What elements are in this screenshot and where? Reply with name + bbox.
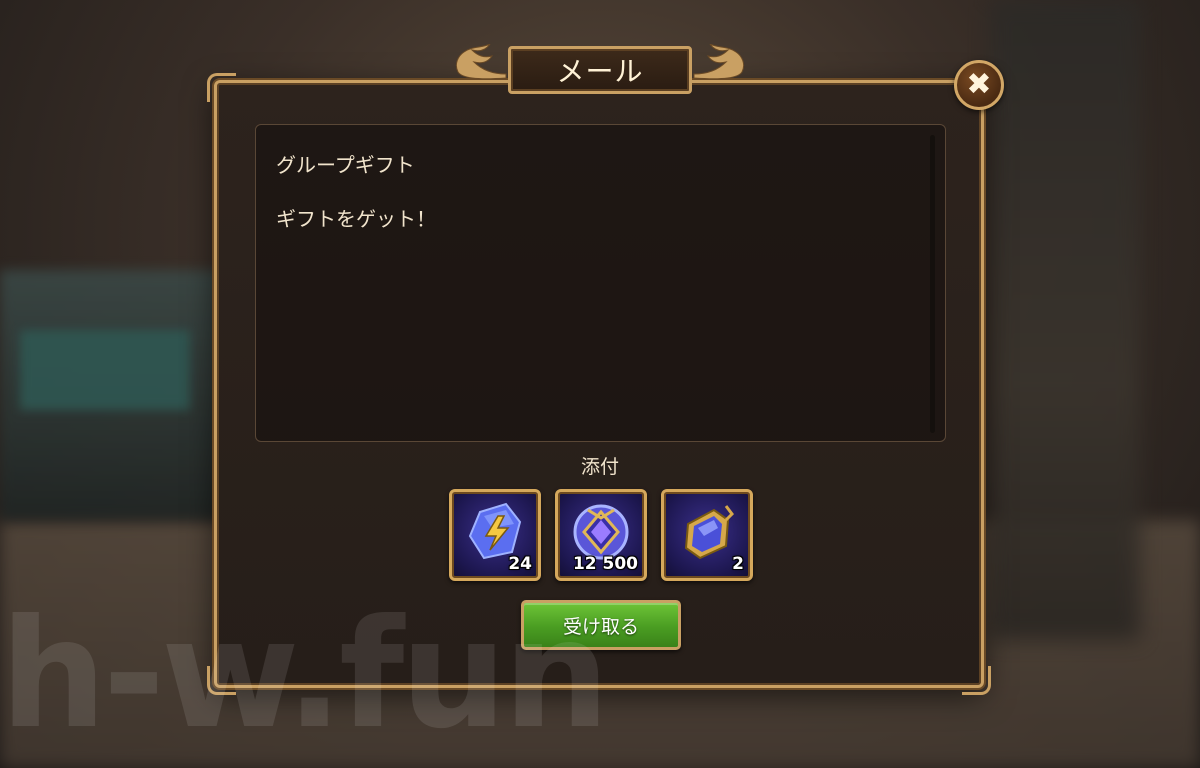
dialog-header: メール [452, 40, 748, 100]
message-box: グループギフト ギフトをゲット！ [255, 124, 946, 442]
blue-gem-artifact-icon [684, 505, 734, 560]
watermark: h-w.fun [0, 588, 610, 762]
close-button[interactable]: ✖ [954, 60, 1004, 110]
right-wing-ornament-icon [693, 44, 745, 80]
game-scene: メール ✖ グループギフト ギフトをゲット！ 添付 24 12 500 2 受け… [0, 0, 1200, 768]
message-subject: グループギフト [276, 153, 415, 177]
attachments-label: 添付 [580, 456, 619, 478]
item-count: 12 500 [572, 554, 638, 574]
attachment-item[interactable]: 2 [661, 489, 753, 581]
close-icon: ✖ [966, 67, 992, 102]
left-wing-ornament-icon [455, 44, 507, 80]
attachment-list: 24 12 500 2 [449, 489, 755, 581]
attachment-item[interactable]: 24 [449, 489, 541, 581]
title-plate: メール [508, 46, 692, 94]
attachment-item[interactable]: 12 500 [555, 489, 647, 581]
frame-corner [207, 73, 236, 102]
message-scrollbar[interactable] [930, 135, 935, 433]
item-count: 24 [508, 554, 532, 574]
page-title: メール [556, 55, 644, 88]
item-count: 2 [732, 554, 744, 574]
message-body: ギフトをゲット！ [276, 207, 436, 231]
frame-corner [962, 666, 991, 695]
background-roof [20, 330, 190, 410]
background-tower [990, 0, 1140, 640]
